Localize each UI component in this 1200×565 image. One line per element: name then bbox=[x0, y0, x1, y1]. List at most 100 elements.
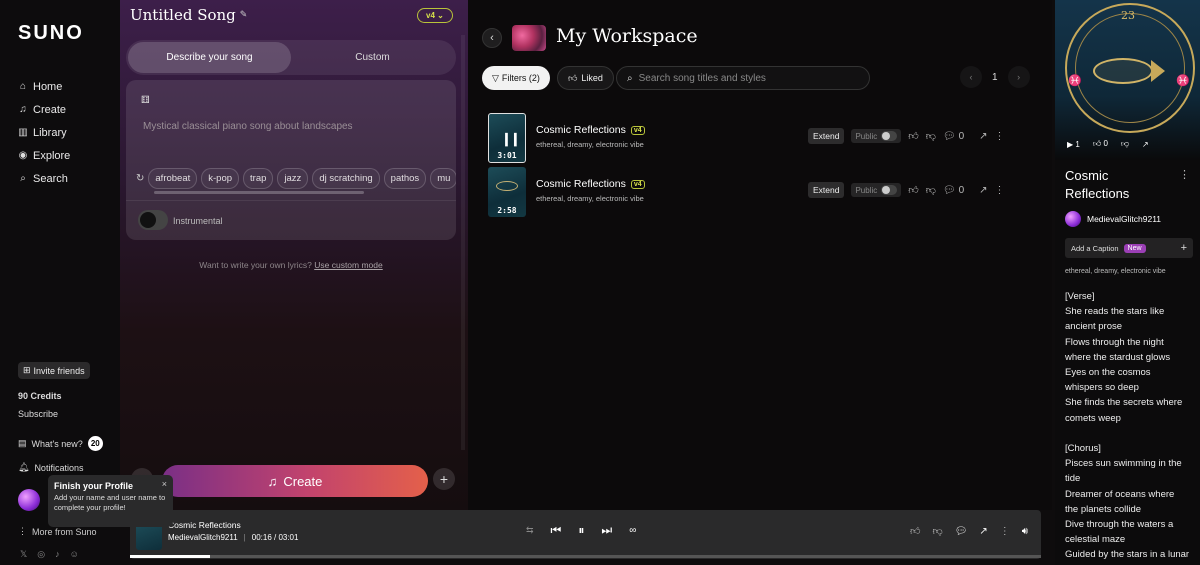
extend-button[interactable]: Extend bbox=[808, 128, 845, 144]
tab-custom[interactable]: Custom bbox=[291, 42, 454, 73]
avatar[interactable] bbox=[18, 489, 40, 511]
tab-describe-your-song[interactable]: Describe your song bbox=[128, 42, 291, 73]
player-time: 00:16 / 03:01 bbox=[251, 533, 299, 542]
share-icon[interactable]: ↗ bbox=[1142, 140, 1149, 149]
style-chip[interactable]: dj scratching bbox=[312, 167, 380, 189]
close-icon[interactable]: × bbox=[162, 479, 167, 489]
share-icon[interactable]: ↗ bbox=[979, 131, 987, 142]
player-user[interactable]: MedievalGlitch9211 bbox=[168, 533, 238, 542]
more-from-suno-link[interactable]: ⋮ More from Suno bbox=[18, 526, 97, 537]
comments-button[interactable]: 💬︎ 0 bbox=[943, 185, 964, 196]
pisces-symbol: ♓ bbox=[1176, 74, 1190, 87]
style-chip[interactable]: jazz bbox=[277, 167, 309, 189]
comment-icon[interactable]: 💬︎ bbox=[955, 526, 968, 537]
style-chip[interactable]: pathos bbox=[383, 167, 427, 189]
suno-logo[interactable]: SUNO bbox=[18, 22, 84, 45]
song-actions: Extend Public 👍︎ 👎︎ 💬︎ 0 ↗ ⋮ bbox=[808, 128, 1005, 144]
style-chip[interactable]: k-pop bbox=[201, 167, 240, 189]
use-custom-mode-link[interactable]: Use custom mode bbox=[314, 260, 383, 270]
share-icon[interactable]: ↗ bbox=[979, 185, 987, 196]
player-meta: MedievalGlitch9211 | 00:16 / 03:01 bbox=[168, 533, 298, 542]
song-thumbnail[interactable]: ❙❙ 3:01 bbox=[488, 113, 526, 163]
progress-fill bbox=[130, 555, 211, 558]
refresh-icon[interactable]: ↻ bbox=[136, 173, 144, 184]
dice-icon[interactable]: ⚅ bbox=[141, 95, 150, 106]
volume-icon[interactable]: 🔊︎ bbox=[1022, 526, 1028, 537]
x-icon[interactable]: 𝕏 bbox=[20, 549, 27, 560]
toggle-knob bbox=[140, 212, 156, 228]
song-row[interactable]: ❙❙ 3:01 Cosmic Reflections v4 ethereal, d… bbox=[488, 113, 1048, 163]
style-chip[interactable]: mu bbox=[430, 167, 456, 189]
song-title[interactable]: Cosmic Reflections v4 bbox=[536, 124, 645, 136]
new-badge: New bbox=[1123, 243, 1146, 253]
next-icon[interactable]: ⏭ bbox=[601, 523, 612, 538]
liked-button[interactable]: 👍︎ Liked bbox=[557, 66, 614, 90]
comments-button[interactable]: 💬︎ 0 bbox=[943, 131, 964, 142]
instrumental-toggle[interactable] bbox=[138, 210, 168, 230]
plays-count[interactable]: ▶ 1 bbox=[1067, 140, 1080, 149]
more-vertical-icon[interactable]: ⋮ bbox=[995, 131, 1005, 142]
subscribe-link[interactable]: Subscribe bbox=[18, 409, 58, 419]
credits-count: 90 Credits bbox=[18, 391, 62, 401]
thumbs-down-icon[interactable]: 👎︎ bbox=[932, 525, 942, 537]
lyric-line: [Verse] bbox=[1065, 291, 1095, 302]
discord-icon[interactable]: ☺ bbox=[70, 549, 79, 560]
song-title[interactable]: Untitled Song ✎ bbox=[130, 6, 247, 24]
style-chip[interactable]: afrobeat bbox=[148, 167, 198, 189]
share-icon[interactable]: ↗ bbox=[979, 526, 987, 537]
loop-icon[interactable]: ∞ bbox=[629, 525, 636, 536]
playback-progress[interactable] bbox=[130, 555, 1041, 558]
nav-item-library[interactable]: ▥ Library bbox=[18, 121, 70, 144]
likes-count[interactable]: 👍︎ 0 bbox=[1093, 139, 1108, 149]
nav-item-explore[interactable]: ◉ Explore bbox=[18, 144, 71, 167]
song-row[interactable]: 2:58 Cosmic Reflections v4 ethereal, drea… bbox=[488, 167, 1048, 217]
nav-item-create[interactable]: ♫ Create bbox=[18, 98, 70, 121]
chip-scrollbar[interactable] bbox=[154, 191, 364, 194]
search-input[interactable]: ⌕ Search song titles and styles bbox=[616, 66, 870, 90]
back-button[interactable]: ‹ bbox=[482, 28, 502, 48]
extend-button[interactable]: Extend bbox=[808, 182, 845, 198]
plays-value: 1 bbox=[1075, 139, 1080, 149]
panel-scrollbar[interactable] bbox=[461, 35, 465, 450]
add-caption-button[interactable]: Add a Caption New + bbox=[1065, 238, 1193, 258]
thumbs-up-icon[interactable]: 👍︎ bbox=[910, 525, 920, 537]
tiktok-icon[interactable]: ♪ bbox=[55, 549, 60, 560]
thumbs-up-icon[interactable]: 👍︎ bbox=[908, 130, 918, 142]
create-button[interactable]: ♫ Create bbox=[162, 465, 428, 497]
whats-new-link[interactable]: ▤ What's new? 20 bbox=[18, 436, 103, 451]
nav-item-search[interactable]: ⌕ Search bbox=[18, 167, 70, 190]
add-button[interactable]: + bbox=[433, 468, 455, 490]
public-toggle[interactable]: Public bbox=[851, 129, 902, 143]
notifications-link[interactable]: 🔔︎ Notifications bbox=[18, 462, 83, 473]
public-toggle[interactable]: Public bbox=[851, 183, 902, 197]
song-description-input[interactable]: Mystical classical piano song about land… bbox=[143, 121, 353, 132]
style-chip[interactable]: trap bbox=[243, 167, 274, 189]
next-page-button[interactable]: › bbox=[1007, 66, 1030, 88]
detail-user[interactable]: MedievalGlitch9211 bbox=[1065, 211, 1161, 227]
filter-icon: ▽ bbox=[492, 72, 499, 83]
player-thumbnail[interactable] bbox=[136, 524, 162, 550]
prev-page-button[interactable]: ‹ bbox=[960, 66, 982, 88]
song-title[interactable]: Cosmic Reflections v4 bbox=[536, 178, 645, 190]
player-bar: Cosmic Reflections MedievalGlitch9211 | … bbox=[130, 510, 1041, 559]
player-title[interactable]: Cosmic Reflections bbox=[168, 520, 241, 530]
thumbs-down-icon[interactable]: 👎︎ bbox=[926, 184, 936, 196]
more-vertical-icon[interactable]: ⋮ bbox=[995, 185, 1005, 196]
thumbs-down-icon[interactable]: 👎︎ bbox=[926, 130, 936, 142]
invite-friends-button[interactable]: ⊞ Invite friends bbox=[18, 362, 90, 379]
song-tags: ethereal, dreamy, electronic vibe bbox=[536, 194, 644, 203]
shuffle-icon[interactable]: ⇆ bbox=[526, 525, 534, 536]
more-vertical-icon[interactable]: ⋮ bbox=[1000, 526, 1010, 537]
instagram-icon[interactable]: ◎ bbox=[37, 549, 45, 560]
pisces-symbol: ♓ bbox=[1068, 74, 1082, 87]
model-selector[interactable]: v4 ⌄ bbox=[417, 8, 453, 23]
bell-icon: 🔔︎ bbox=[18, 462, 30, 472]
pause-icon[interactable]: ⏸ bbox=[578, 523, 584, 538]
thumbs-up-icon[interactable]: 👍︎ bbox=[908, 184, 918, 196]
previous-icon[interactable]: ⏮ bbox=[551, 523, 562, 538]
filters-button[interactable]: ▽ Filters (2) bbox=[482, 66, 550, 90]
nav-item-home[interactable]: ⌂ Home bbox=[18, 75, 70, 98]
more-vertical-icon[interactable]: ⋮ bbox=[1179, 168, 1190, 181]
thumbs-down-icon[interactable]: 👎︎ bbox=[1121, 139, 1129, 149]
song-thumbnail[interactable]: 2:58 bbox=[488, 167, 526, 217]
